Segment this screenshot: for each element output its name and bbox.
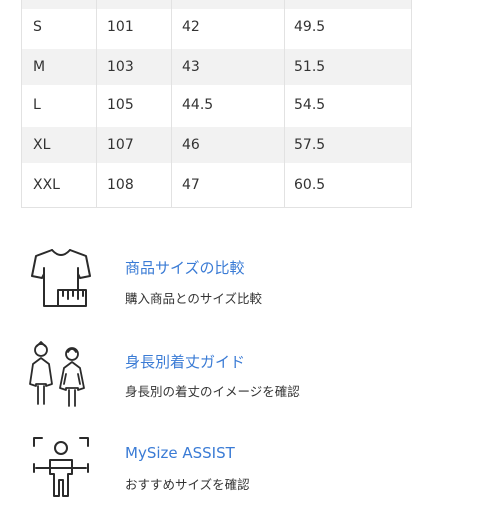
value-cell: 103: [107, 59, 134, 75]
table-row: S 101 42 49.5: [22, 9, 411, 45]
link-description: おすすめサイズを確認: [125, 477, 250, 492]
value-cell: 44.5: [182, 97, 214, 113]
size-cell: M: [33, 59, 46, 75]
value-cell: 47: [182, 177, 200, 193]
column-divider: [96, 0, 97, 207]
mysize-assist-link[interactable]: MySize ASSIST おすすめサイズを確認: [0, 430, 496, 510]
value-cell: 46: [182, 137, 200, 153]
size-cell: L: [33, 97, 41, 113]
table-row: XXL 108 47 60.5: [22, 167, 411, 203]
people-height-icon: [29, 341, 85, 407]
link-description: 身長別の着丈のイメージを確認: [125, 384, 300, 399]
size-cell: S: [33, 19, 42, 35]
value-cell: 54.5: [294, 97, 326, 113]
tshirt-ruler-icon: [31, 249, 91, 307]
height-length-guide-link[interactable]: 身長別着丈ガイド 身長別の着丈のイメージを確認: [0, 336, 496, 416]
value-cell: 105: [107, 97, 134, 113]
value-cell: 49.5: [294, 19, 326, 35]
value-cell: 107: [107, 137, 134, 153]
size-cell: XL: [33, 137, 51, 153]
link-description: 購入商品とのサイズ比較: [125, 291, 263, 306]
size-comparison-link[interactable]: 商品サイズの比較 購入商品とのサイズ比較: [0, 240, 496, 320]
link-title[interactable]: MySize ASSIST: [125, 444, 235, 462]
value-cell: 51.5: [294, 59, 326, 75]
table-row: XL 107 46 57.5: [22, 127, 411, 163]
value-cell: 108: [107, 177, 134, 193]
column-divider: [171, 0, 172, 207]
link-title[interactable]: 商品サイズの比較: [125, 257, 245, 278]
value-cell: 101: [107, 19, 134, 35]
body-scan-icon: [33, 437, 89, 497]
value-cell: 42: [182, 19, 200, 35]
column-divider: [284, 0, 285, 207]
table-row: M 103 43 51.5: [22, 49, 411, 85]
table-top-row-fragment: [22, 0, 411, 9]
size-table: S 101 42 49.5 M 103 43 51.5 L 105 44.5 5…: [21, 0, 412, 208]
value-cell: 57.5: [294, 137, 326, 153]
value-cell: 43: [182, 59, 200, 75]
table-row: L 105 44.5 54.5: [22, 87, 411, 123]
value-cell: 60.5: [294, 177, 326, 193]
link-title[interactable]: 身長別着丈ガイド: [125, 351, 245, 372]
size-cell: XXL: [33, 177, 60, 193]
